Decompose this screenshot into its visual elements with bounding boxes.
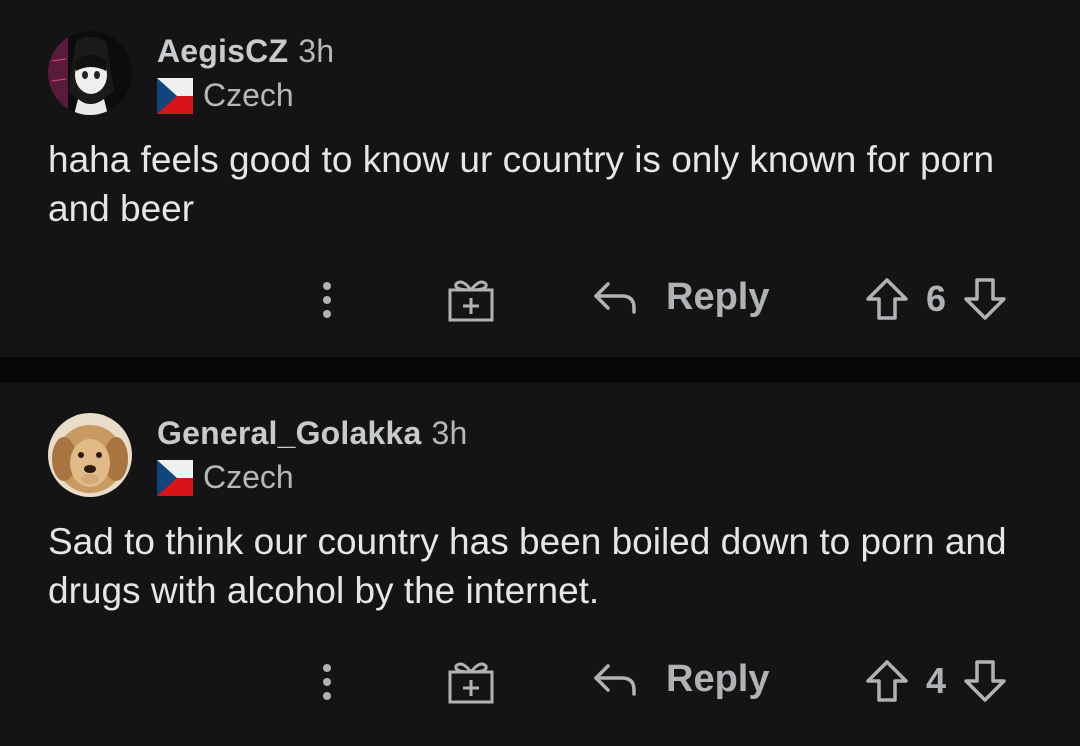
vote-score: 4 (926, 660, 947, 701)
reply-label: Reply (666, 276, 770, 318)
vote-controls: 4 (864, 658, 1008, 704)
comment-body: haha feels good to know ur country is on… (48, 139, 995, 229)
czech-flag-icon (157, 77, 193, 114)
more-options-button[interactable] (316, 278, 338, 322)
vote-score: 6 (926, 278, 947, 319)
more-vertical-icon (323, 282, 331, 318)
anime-avatar-image (48, 31, 132, 115)
reply-button[interactable]: Reply (592, 276, 769, 319)
gift-award-icon (448, 280, 494, 322)
username-text[interactable]: AegisCZ (157, 33, 288, 69)
upvote-arrow-icon[interactable] (864, 276, 910, 322)
avatar[interactable] (48, 413, 132, 497)
more-vertical-icon (323, 664, 331, 700)
user-flair: Czech (157, 77, 294, 114)
downvote-arrow-icon[interactable] (962, 658, 1008, 704)
avatar[interactable] (48, 31, 132, 115)
username[interactable]: AegisCZ 3h (157, 33, 334, 70)
vote-controls: 6 (864, 276, 1008, 322)
upvote-arrow-icon[interactable] (864, 658, 910, 704)
award-button[interactable] (446, 658, 496, 704)
user-flair: Czech (157, 459, 294, 496)
comment-actions: Reply 6 (0, 270, 1080, 330)
flair-text: Czech (203, 77, 294, 113)
downvote-arrow-icon[interactable] (962, 276, 1008, 322)
flair-text: Czech (203, 459, 294, 495)
reply-arrow-icon (594, 663, 636, 696)
dog-avatar-image (48, 413, 132, 497)
comment-actions: Reply 4 (0, 652, 1080, 712)
award-button[interactable] (446, 276, 496, 322)
comment-time: 3h (298, 33, 335, 69)
comment: AegisCZ 3h Czech haha feels good to know … (0, 0, 1080, 357)
comment-body: Sad to think our country has been boiled… (48, 521, 1007, 611)
reply-button[interactable]: Reply (592, 658, 769, 701)
comment-separator (0, 357, 1080, 382)
gift-award-icon (448, 662, 494, 704)
reply-label: Reply (666, 658, 770, 700)
username[interactable]: General_Golakka 3h (157, 415, 467, 452)
username-text[interactable]: General_Golakka (157, 415, 421, 451)
comment: General_Golakka 3h Czech Sad to think our… (0, 382, 1080, 746)
czech-flag-icon (157, 459, 193, 496)
reply-arrow-icon (594, 281, 636, 314)
more-options-button[interactable] (316, 660, 338, 704)
comment-time: 3h (431, 415, 468, 451)
